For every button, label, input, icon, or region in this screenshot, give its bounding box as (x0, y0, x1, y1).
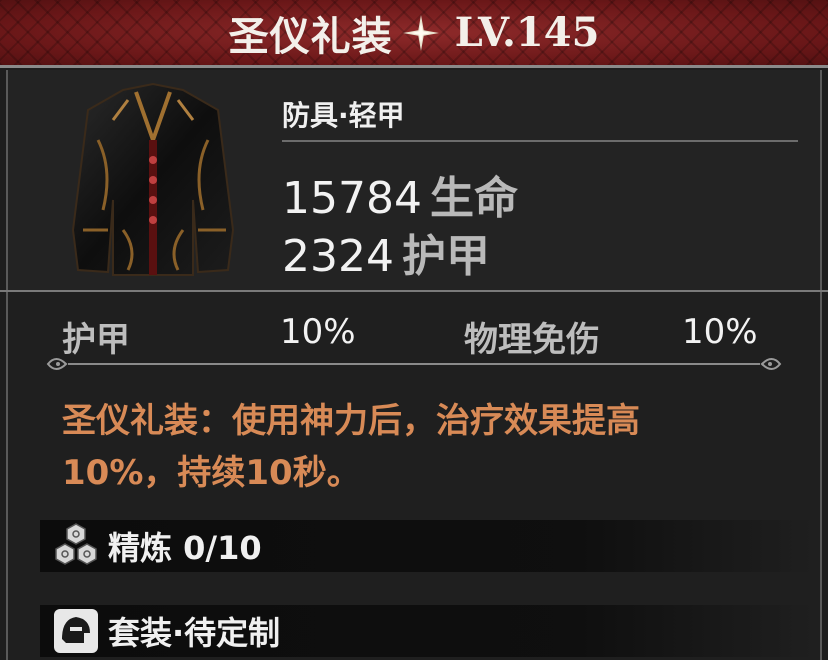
set-row[interactable]: 套装·待定制 (40, 605, 810, 657)
effect-line: 10%，持续10秒。 (62, 453, 361, 493)
helmet-icon (54, 609, 98, 653)
substat-value: 10% (280, 312, 356, 352)
header-title-group: 圣仪礼装 LV.145 (229, 4, 600, 62)
stat-health: 15784 生命 (282, 162, 518, 226)
divider (282, 140, 798, 142)
ornament-divider (46, 358, 782, 370)
set-effect-text: 圣仪礼装：使用神力后，治疗效果提高 10%，持续10秒。 (62, 395, 762, 499)
stat-armor-unit: 护甲 (401, 231, 490, 282)
hexagon-cluster-icon (55, 523, 97, 565)
set-label: 套装·待定制 (108, 614, 281, 652)
refine-label: 精炼 0/10 (108, 529, 262, 567)
stat-armor-value: 2324 (282, 231, 394, 282)
refine-row[interactable]: 精炼 0/10 (40, 520, 810, 572)
jacket-image (71, 82, 235, 276)
item-summary-panel: 防具·轻甲 15784 生命 2324 护甲 (6, 70, 822, 290)
item-header: 圣仪礼装 LV.145 (0, 0, 828, 68)
item-category: 防具·轻甲 (282, 99, 405, 132)
item-title: 圣仪礼装 (228, 13, 393, 60)
stat-health-value: 15784 (282, 173, 422, 224)
star-icon (402, 14, 439, 51)
substat-value: 10% (682, 312, 758, 352)
stat-armor: 2324 护甲 (282, 220, 490, 284)
stat-health-unit: 生命 (429, 173, 518, 224)
effect-line: 圣仪礼装：使用神力后，治疗效果提高 (62, 401, 640, 441)
item-level: LV.145 (454, 9, 600, 56)
